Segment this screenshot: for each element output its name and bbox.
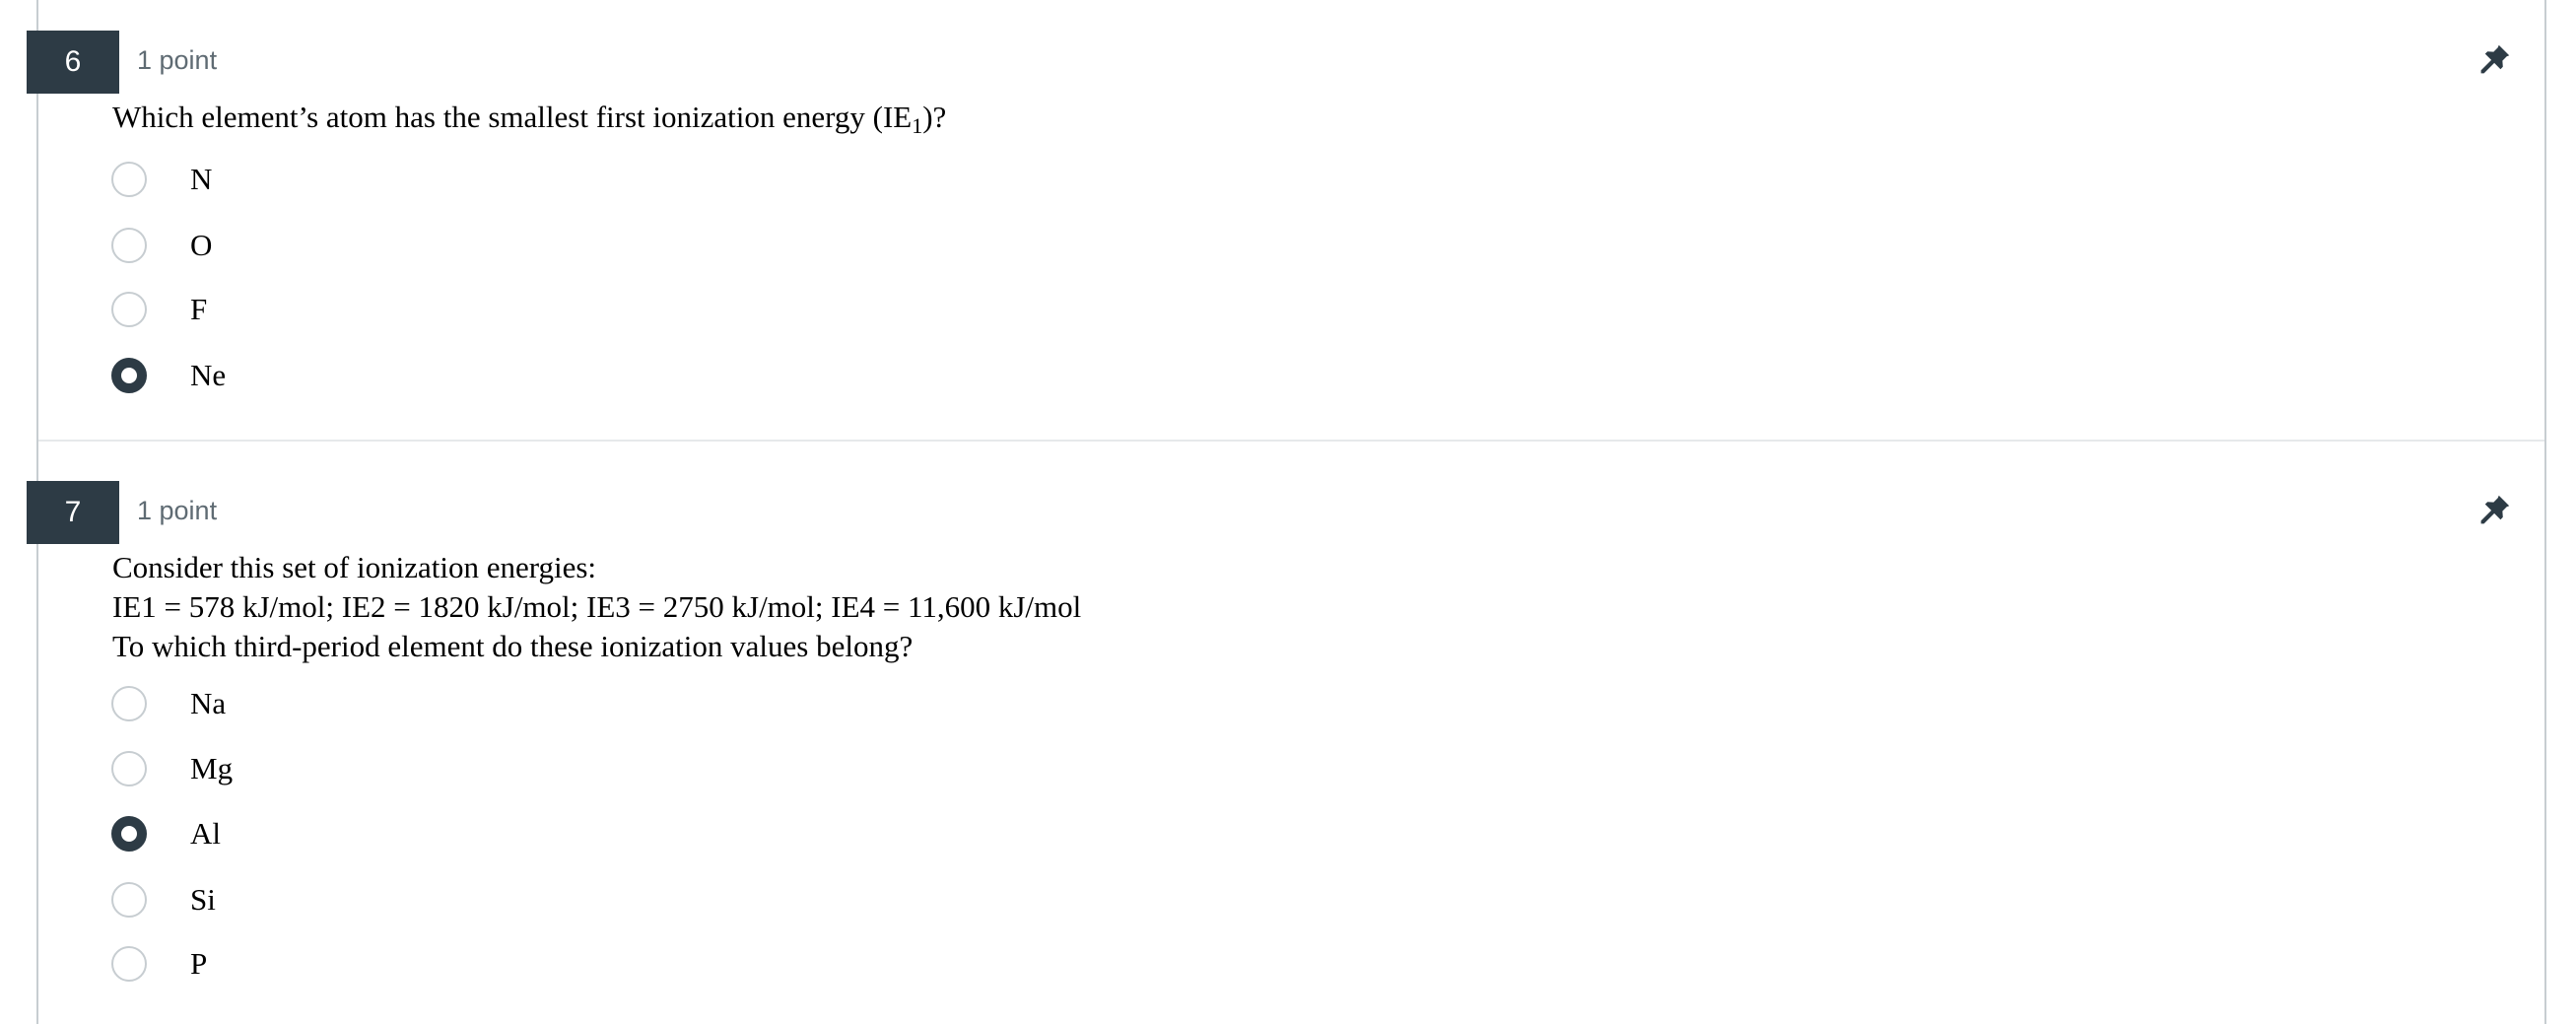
- answer-label: Mg: [190, 751, 234, 785]
- answer-label: F: [190, 292, 208, 326]
- question-points: 1 point: [137, 496, 218, 525]
- pin-icon[interactable]: [2477, 41, 2513, 77]
- pin-icon[interactable]: [2477, 492, 2513, 527]
- content-right-border: [2544, 0, 2546, 1024]
- answer-option[interactable]: Al: [111, 812, 221, 855]
- answer-label: Si: [190, 882, 216, 917]
- answer-label: Na: [190, 686, 227, 720]
- answer-option[interactable]: Na: [111, 682, 226, 725]
- question-points: 1 point: [137, 45, 218, 75]
- answer-label: P: [190, 946, 208, 981]
- radio-button[interactable]: [111, 162, 147, 197]
- radio-button[interactable]: [111, 751, 147, 786]
- radio-button[interactable]: [111, 228, 147, 263]
- radio-button[interactable]: [111, 946, 147, 982]
- question-text: Which element’s atom has the smallest fi…: [112, 100, 947, 138]
- answer-option[interactable]: F: [111, 288, 207, 331]
- question-number-badge: 6: [27, 31, 119, 94]
- answer-option[interactable]: Si: [111, 878, 216, 922]
- answer-option[interactable]: Mg: [111, 747, 233, 790]
- answer-option[interactable]: P: [111, 942, 207, 986]
- radio-button-selected[interactable]: [111, 358, 147, 393]
- answer-label: O: [190, 228, 213, 262]
- question-number-badge: 7: [27, 481, 119, 544]
- radio-button[interactable]: [111, 686, 147, 721]
- answer-option[interactable]: Ne: [111, 354, 226, 397]
- radio-button[interactable]: [111, 292, 147, 327]
- question-divider: [38, 440, 2544, 442]
- question-text-line: To which third-period element do these i…: [112, 629, 914, 663]
- answer-label: Ne: [190, 358, 227, 392]
- question-text-line: Consider this set of ionization energies…: [112, 550, 597, 584]
- radio-button[interactable]: [111, 882, 147, 918]
- radio-button-selected[interactable]: [111, 816, 147, 852]
- answer-label: N: [190, 162, 213, 196]
- answer-option[interactable]: N: [111, 158, 212, 201]
- question-text-line: IE1 = 578 kJ/mol; IE2 = 1820 kJ/mol; IE3…: [112, 589, 1082, 624]
- answer-option[interactable]: O: [111, 224, 212, 267]
- answer-label: Al: [190, 816, 221, 851]
